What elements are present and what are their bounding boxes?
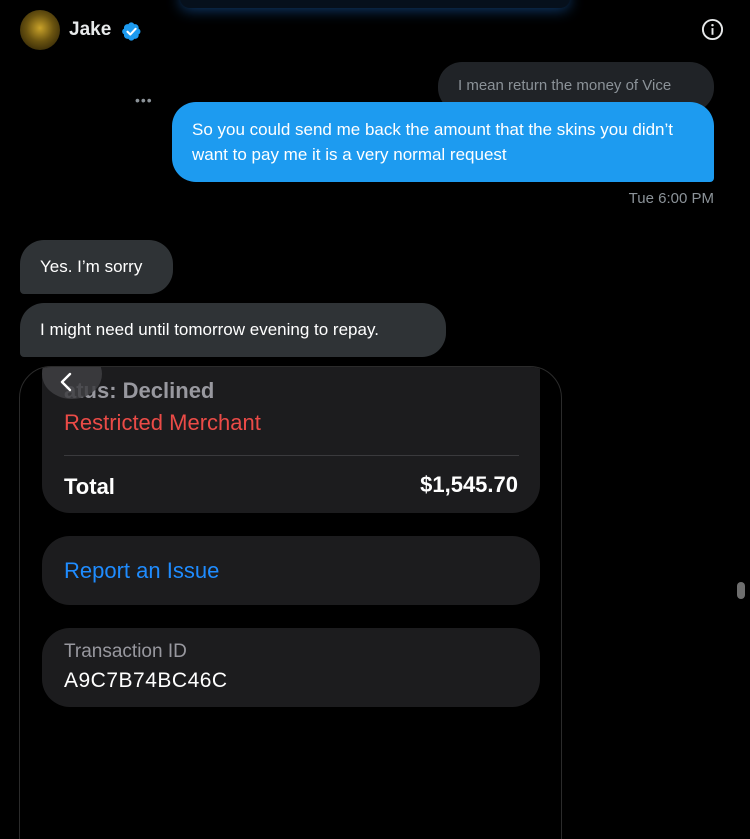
contact-name[interactable]: Jake bbox=[69, 19, 111, 41]
conversation-header: Jake bbox=[0, 0, 750, 62]
transaction-id-label: Transaction ID bbox=[64, 641, 187, 662]
verified-badge-icon bbox=[122, 22, 141, 41]
attached-screenshot-image[interactable]: atus: Declined Restricted Merchant Total… bbox=[19, 366, 562, 839]
avatar[interactable] bbox=[20, 10, 60, 50]
transaction-id-value: A9C7B74BC46C bbox=[64, 669, 228, 692]
info-icon[interactable] bbox=[701, 18, 724, 41]
chevron-left-icon bbox=[60, 372, 72, 392]
sent-message-text: So you could send me back the amount tha… bbox=[192, 120, 674, 164]
report-issue-link: Report an Issue bbox=[64, 558, 220, 583]
report-issue-card: Report an Issue bbox=[42, 536, 540, 605]
scrollbar-thumb[interactable] bbox=[737, 582, 745, 599]
scrollbar-track[interactable] bbox=[734, 62, 749, 839]
sent-message-bubble[interactable]: So you could send me back the amount tha… bbox=[172, 102, 714, 182]
transaction-status-card: atus: Declined Restricted Merchant Total… bbox=[42, 367, 540, 513]
message-timestamp: Tue 6:00 PM bbox=[628, 190, 714, 207]
received-message-bubble[interactable]: Yes. I’m sorry bbox=[20, 240, 173, 294]
divider bbox=[64, 455, 519, 456]
total-label: Total bbox=[64, 474, 115, 499]
more-options-icon[interactable]: ••• bbox=[135, 92, 153, 108]
transaction-id-card: Transaction ID A9C7B74BC46C bbox=[42, 628, 540, 707]
merchant-status-text: Restricted Merchant bbox=[64, 410, 261, 435]
received-message-bubble[interactable]: I might need until tomorrow evening to r… bbox=[20, 303, 446, 357]
received-message-text: Yes. I’m sorry bbox=[40, 257, 143, 276]
quoted-message-text: I mean return the money of Vice bbox=[458, 77, 672, 94]
received-message-text: I might need until tomorrow evening to r… bbox=[40, 320, 379, 339]
total-value: $1,545.70 bbox=[420, 472, 518, 497]
